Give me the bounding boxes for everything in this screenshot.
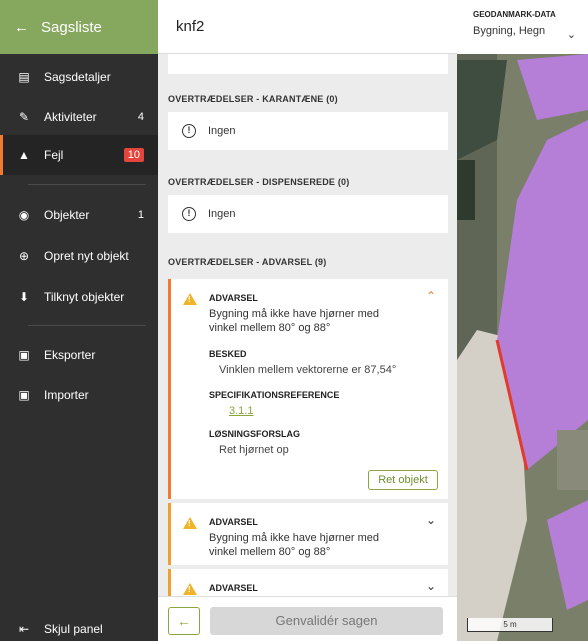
none-label: Ingen	[208, 125, 236, 137]
panel-footer: ← Genvalidér sagen	[158, 596, 457, 641]
sidebar-item-label: Objekter	[44, 208, 90, 222]
sidebar-item-fejl[interactable]: ▲ Fejl 10	[0, 135, 158, 175]
info-icon: !	[182, 124, 196, 138]
sidebar-item-label: Aktiviteter	[44, 110, 97, 124]
fix-value: Ret hjørnet op	[219, 444, 289, 456]
clipboard-icon: ▤	[18, 70, 30, 84]
sidebar-item-opret-nyt-objekt[interactable]: ⊕ Opret nyt objekt	[0, 236, 158, 276]
object-count: 1	[137, 209, 144, 221]
warning-triangle-icon: !	[183, 293, 197, 305]
none-label: Ingen	[208, 208, 236, 220]
map-view[interactable]: GEODANMARK-DATA Bygning, Hegn ⌄ 5 m	[457, 0, 588, 641]
case-list-label: Sagsliste	[41, 18, 102, 36]
spec-label: SPECIFIKATIONSREFERENCE	[209, 390, 340, 400]
layer-title: GEODANMARK-DATA	[473, 10, 556, 19]
collapse-arrow-icon: ⇤	[18, 622, 30, 636]
section-title-karantaene: OVERTRÆDELSER - KARANTÆNE (0)	[168, 94, 338, 104]
sidebar-divider	[28, 325, 146, 326]
panel-header: knf2	[158, 0, 457, 54]
sidebar-item-tilknyt-objekter[interactable]: ⬇ Tilknyt objekter	[0, 277, 158, 317]
warning-triangle-icon: !	[183, 583, 197, 595]
chevron-down-icon[interactable]: ⌄	[426, 513, 436, 527]
warning-card-expanded[interactable]: ! ADVARSEL ⌃ Bygning må ikke have hjørne…	[168, 279, 448, 499]
back-button[interactable]: ←	[168, 607, 200, 635]
sidebar-item-label: Importer	[44, 388, 89, 402]
sidebar-divider	[28, 184, 146, 185]
sidebar-item-label: Opret nyt objekt	[44, 249, 129, 263]
sidebar-item-sagsdetaljer[interactable]: ▤ Sagsdetaljer	[0, 57, 158, 97]
warning-text: Bygning må ikke have hjørner med vinkel …	[209, 308, 379, 334]
revalidate-button[interactable]: Genvalidér sagen	[210, 607, 443, 635]
layer-selector[interactable]: GEODANMARK-DATA Bygning, Hegn ⌄	[457, 0, 588, 54]
briefcase-icon: ▣	[18, 348, 30, 362]
download-box-icon: ⬇	[18, 290, 30, 304]
chevron-down-icon: ⌄	[566, 29, 576, 41]
errors-panel: knf2 OVERTRÆDELSER - KARANTÆNE (0) ! Ing…	[158, 0, 457, 641]
warning-text: Bygning må ikke have hjørner med vinkel …	[209, 532, 379, 558]
spec-link[interactable]: 3.1.1	[229, 405, 253, 417]
sidebar-item-label: Fejl	[44, 148, 64, 162]
briefcase-icon: ▣	[18, 388, 30, 402]
plus-circle-icon: ⊕	[18, 249, 30, 263]
karantaene-card: ! Ingen	[168, 112, 448, 150]
sidebar-item-aktiviteter[interactable]: ✎ Aktiviteter 4	[0, 97, 158, 137]
chevron-down-icon[interactable]: ⌄	[426, 579, 436, 593]
warning-type: ADVARSEL	[209, 517, 258, 527]
section-title-dispenserede: OVERTRÆDELSER - DISPENSEREDE (0)	[168, 177, 350, 187]
section-title-advarsel: OVERTRÆDELSER - ADVARSEL (9)	[168, 257, 327, 267]
back-arrow-icon: ←	[14, 18, 29, 36]
warning-triangle-icon: !	[183, 517, 197, 529]
fix-label: LØSNINGSFORSLAG	[209, 429, 301, 439]
dispenserede-card: ! Ingen	[168, 195, 448, 233]
map-scale: 5 m	[467, 618, 553, 632]
back-to-case-list[interactable]: ← Sagsliste	[0, 0, 158, 54]
collapse-panel-button[interactable]: ⇤ Skjul panel	[0, 609, 158, 641]
sidebar-item-label: Tilknyt objekter	[44, 290, 125, 304]
besked-value: Vinklen mellem vektorerne er 87,54°	[219, 364, 397, 376]
case-title: knf2	[176, 18, 205, 35]
pencil-icon: ✎	[18, 110, 30, 124]
warning-card[interactable]: ! ADVARSEL ⌄ Bygning må ikke have hjørne…	[168, 503, 448, 565]
collapse-panel-label: Skjul panel	[44, 622, 103, 636]
info-icon: !	[182, 207, 196, 221]
sidebar-item-eksporter[interactable]: ▣ Eksporter	[0, 335, 158, 375]
warning-type: ADVARSEL	[209, 583, 258, 593]
sidebar: ← Sagsliste ▤ Sagsdetaljer ✎ Aktiviteter…	[0, 0, 158, 641]
warning-icon: ▲	[18, 148, 30, 162]
sidebar-item-label: Eksporter	[44, 348, 96, 362]
besked-label: BESKED	[209, 349, 247, 359]
chevron-up-icon[interactable]: ⌃	[426, 289, 436, 303]
warning-type: ADVARSEL	[209, 293, 258, 303]
sidebar-item-objekter[interactable]: ◉ Objekter 1	[0, 195, 158, 235]
activity-count: 4	[137, 111, 144, 123]
sidebar-item-importer[interactable]: ▣ Importer	[0, 375, 158, 415]
fix-object-button[interactable]: Ret objekt	[368, 470, 438, 490]
location-icon: ◉	[18, 208, 30, 222]
map-imagery	[457, 0, 588, 641]
sidebar-item-label: Sagsdetaljer	[44, 70, 111, 84]
error-count-badge: 10	[123, 148, 144, 162]
